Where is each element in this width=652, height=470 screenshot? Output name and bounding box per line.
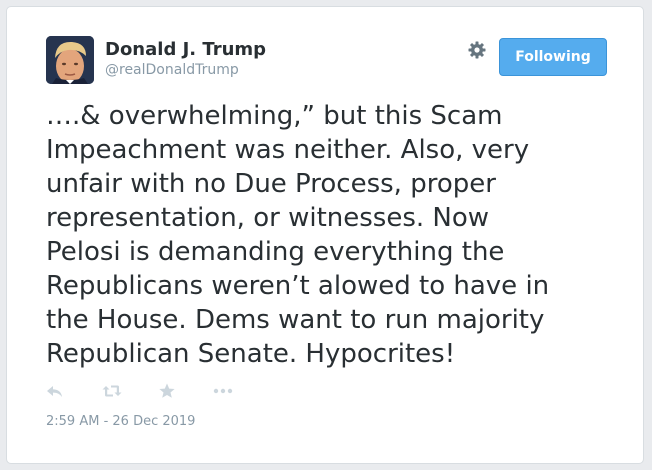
gear-icon[interactable]: [467, 40, 487, 60]
avatar-image: [46, 36, 94, 84]
user-handle[interactable]: @realDonaldTrump: [105, 61, 239, 79]
tweet-timestamp[interactable]: 2:59 AM - 26 Dec 2019: [46, 414, 195, 430]
reply-icon[interactable]: [46, 380, 64, 402]
following-button[interactable]: Following: [499, 38, 607, 76]
user-name[interactable]: Donald J. Trump: [105, 39, 266, 61]
star-icon[interactable]: [158, 380, 176, 402]
avatar[interactable]: [46, 36, 94, 84]
retweet-icon[interactable]: [101, 380, 123, 402]
tweet-card: Donald J. Trump @realDonaldTrump Followi…: [6, 6, 644, 464]
more-icon[interactable]: [212, 380, 234, 402]
tweet-text: ….& overwhelming,” but this Scam Impeach…: [46, 101, 550, 369]
